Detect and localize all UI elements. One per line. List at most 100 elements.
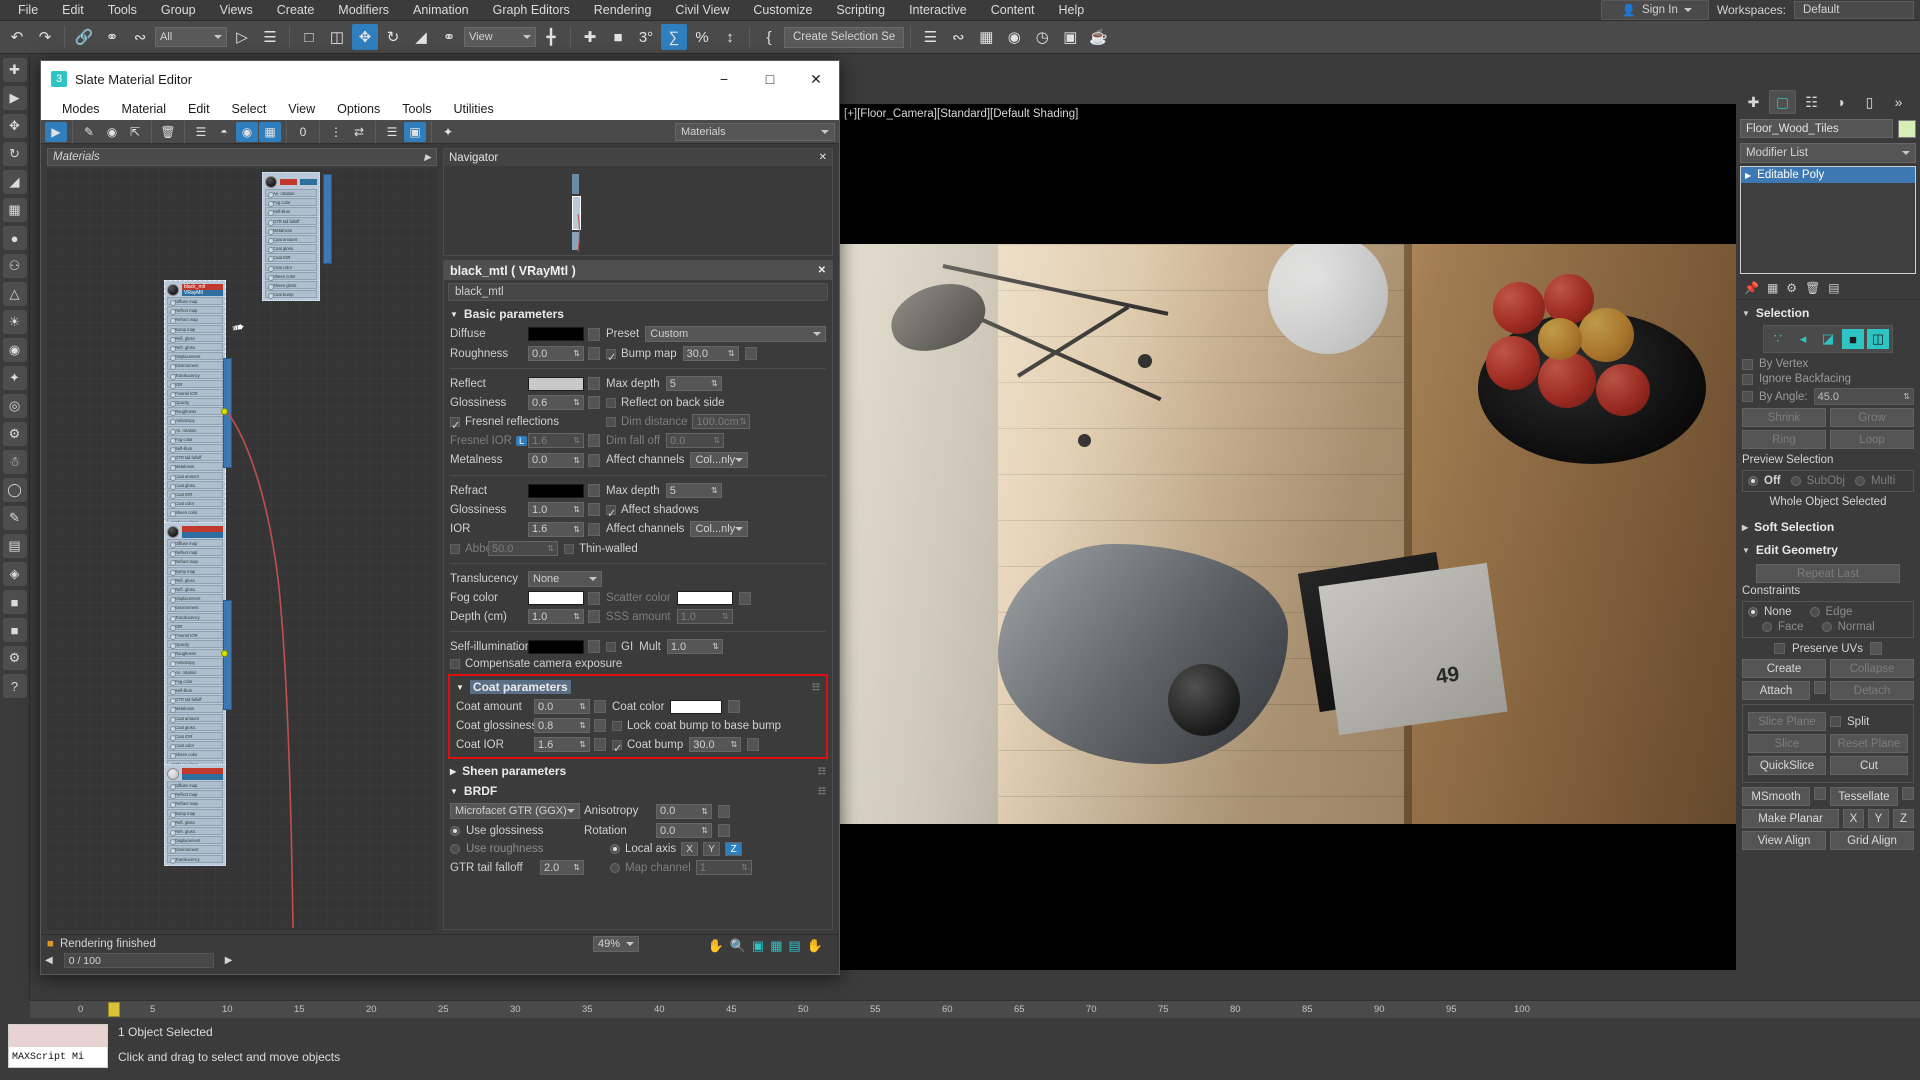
node-slot[interactable]: Coat color — [265, 263, 317, 271]
metalness-map-button[interactable] — [588, 454, 600, 467]
node-slot[interactable]: Sheen gloss. — [265, 281, 317, 289]
checkbox-icon[interactable] — [1830, 716, 1841, 727]
material-id-channel-icon[interactable]: 0 — [292, 122, 314, 142]
edit-named-selection-sets-icon[interactable]: % — [689, 24, 715, 50]
node-slot-coat-color[interactable]: Coat color — [167, 499, 223, 507]
move-children-icon[interactable]: ☰ — [190, 122, 212, 142]
refract-max-depth-spinner[interactable]: 5 ⇅ — [666, 483, 722, 498]
maxscript-input-pane[interactable]: MAXScript Mi — [9, 1047, 107, 1067]
anisotropy-spinner[interactable]: 0.0 ⇅ — [656, 804, 712, 819]
node-slot-environment[interactable]: Environment — [167, 361, 223, 369]
basic-parameters-header[interactable]: ▼ Basic parameters — [444, 304, 832, 324]
node-slot[interactable]: Metalness — [265, 226, 317, 234]
reset-plane-button[interactable]: Reset Plane — [1830, 734, 1908, 753]
rotation-map-button[interactable] — [718, 824, 730, 837]
maximize-button[interactable]: □ — [747, 61, 793, 97]
render-setup-icon[interactable]: ◷ — [1029, 24, 1055, 50]
node-slot[interactable]: Coat amount — [167, 714, 223, 722]
node-slot[interactable]: Diffuse map — [167, 781, 223, 789]
scatter-color-map-button[interactable] — [739, 592, 751, 605]
edge-subobject-icon[interactable]: ◂ — [1792, 329, 1814, 349]
node-slot[interactable]: Roughness — [167, 649, 223, 657]
pick-material-icon[interactable]: ✦ — [437, 122, 459, 142]
slice-plane-button[interactable]: Slice Plane — [1748, 712, 1826, 731]
node-slot[interactable]: An. rotation — [167, 668, 223, 676]
spinner-snap-toggle-icon[interactable]: ∑ — [661, 24, 687, 50]
node-slot[interactable]: Fog color — [167, 677, 223, 685]
constraint-face-radio[interactable]: Face — [1762, 621, 1804, 633]
pan-all-icon[interactable]: ✋ — [807, 938, 823, 954]
selection-filter-dropdown[interactable]: All — [155, 27, 227, 47]
close-button[interactable]: ✕ — [793, 61, 839, 97]
refract-affect-channels-dropdown[interactable]: Col...nly — [690, 521, 748, 537]
maxscript-output-pane[interactable] — [9, 1025, 107, 1047]
reference-coordinate-dropdown[interactable]: View — [464, 27, 536, 47]
material-node-black-mtl[interactable]: black_mtl VRayMtl Diffuse map Reflect ma… — [164, 280, 226, 538]
snaps-toggle-icon[interactable]: ✚ — [577, 24, 603, 50]
thin-walled-checkbox[interactable]: Thin-walled — [564, 543, 638, 555]
glossiness-map-button[interactable] — [588, 396, 600, 409]
radio-icon[interactable] — [610, 844, 620, 854]
ior-map-button[interactable] — [588, 523, 600, 536]
timeline-ruler[interactable]: 0 5 10 15 20 25 30 35 40 45 50 55 60 65 … — [30, 1000, 1920, 1018]
window-crossing-icon[interactable]: ◫ — [324, 24, 350, 50]
brdf-model-dropdown[interactable]: Microfacet GTR (GGX) — [450, 803, 580, 819]
view-align-button[interactable]: View Align — [1742, 831, 1826, 850]
object-color-swatch[interactable] — [1898, 120, 1916, 138]
sme-node-graph[interactable]: An. rotation Fog color Self-illum GTR ta… — [47, 168, 437, 930]
zoom-magnifier-icon[interactable]: 🔍 — [730, 938, 746, 954]
preview-multi-radio[interactable]: Multi — [1855, 475, 1895, 487]
menu-item-interactive[interactable]: Interactive — [897, 1, 979, 19]
coat-glossiness-map-button[interactable] — [594, 719, 606, 732]
node-slot-roughness[interactable]: Roughness — [167, 407, 223, 415]
node-slot-refract-map[interactable]: Refract map — [167, 315, 223, 323]
node-slot[interactable]: Refl. gloss. — [167, 818, 223, 826]
coat-ior-map-button[interactable] — [594, 738, 606, 751]
slice-button[interactable]: Slice — [1748, 734, 1826, 753]
dim-distance-field[interactable]: 100.0cm ⇅ — [692, 414, 750, 429]
diffuse-map-button[interactable] — [588, 328, 600, 341]
node-slot-refr-gloss[interactable]: Refr. gloss. — [167, 343, 223, 351]
light-icon[interactable]: ☀ — [3, 310, 27, 334]
select-and-rotate-icon[interactable]: ↻ — [380, 24, 406, 50]
use-roughness-radio[interactable]: Use roughness — [450, 843, 580, 855]
menu-item-rendering[interactable]: Rendering — [582, 1, 664, 19]
bump-map-checkbox[interactable]: ✓ Bump map — [606, 348, 677, 360]
use-glossiness-radio[interactable]: Use glossiness — [450, 825, 580, 837]
checkbox-icon[interactable] — [1774, 643, 1785, 654]
sme-menu-tools[interactable]: Tools — [391, 102, 442, 116]
menu-item-views[interactable]: Views — [208, 1, 265, 19]
node-slot[interactable]: Metalness — [167, 704, 223, 712]
node-slot[interactable]: Fresnel IOR — [167, 631, 223, 639]
motion-tab-icon[interactable]: ◑ — [1827, 90, 1854, 114]
menu-item-edit[interactable]: Edit — [50, 1, 96, 19]
affect-channels-dropdown[interactable]: Col...nly — [690, 452, 748, 468]
sme-menu-material[interactable]: Material — [111, 102, 177, 116]
bind-to-space-warp-icon[interactable]: ∾ — [127, 24, 153, 50]
polygon-subobject-icon[interactable]: ■ — [1842, 329, 1864, 349]
radio-icon[interactable] — [610, 863, 620, 873]
maxscript-mini-listener[interactable]: MAXScript Mi — [8, 1024, 108, 1068]
parameter-editor-icon[interactable]: ☰ — [381, 122, 403, 142]
coat-parameters-header[interactable]: ▼ Coat parameters ☷ — [450, 677, 826, 697]
layer-explorer-icon[interactable]: ☰ — [917, 24, 943, 50]
node-slot[interactable]: Sheen color — [265, 272, 317, 280]
menu-item-file[interactable]: File — [6, 1, 50, 19]
refract-color-swatch[interactable] — [528, 484, 584, 498]
rotation-spinner[interactable]: 0.0 ⇅ — [656, 823, 712, 838]
menu-item-civil-view[interactable]: Civil View — [663, 1, 741, 19]
menu-item-group[interactable]: Group — [149, 1, 208, 19]
cylinder-primitive-icon[interactable]: ⚇ — [3, 254, 27, 278]
gtr-tail-falloff-spinner[interactable]: 2.0 ⇅ — [540, 860, 584, 875]
material-icon[interactable]: ◈ — [3, 562, 27, 586]
hide-unused-slots-icon[interactable]: ⇄ — [348, 122, 370, 142]
node-slot[interactable]: Opacity — [167, 640, 223, 648]
node-slot[interactable]: Coat bump — [265, 290, 317, 298]
depth-map-button[interactable] — [588, 610, 600, 623]
preview-subobj-radio[interactable]: SubObj — [1791, 475, 1845, 487]
menu-item-customize[interactable]: Customize — [741, 1, 824, 19]
show-shaded-material-icon[interactable]: ◉ — [236, 122, 258, 142]
node-slot[interactable]: Environment — [167, 845, 223, 853]
preset-dropdown[interactable]: Custom — [645, 326, 826, 342]
node-slot[interactable]: GTR tail falloff — [265, 217, 317, 225]
